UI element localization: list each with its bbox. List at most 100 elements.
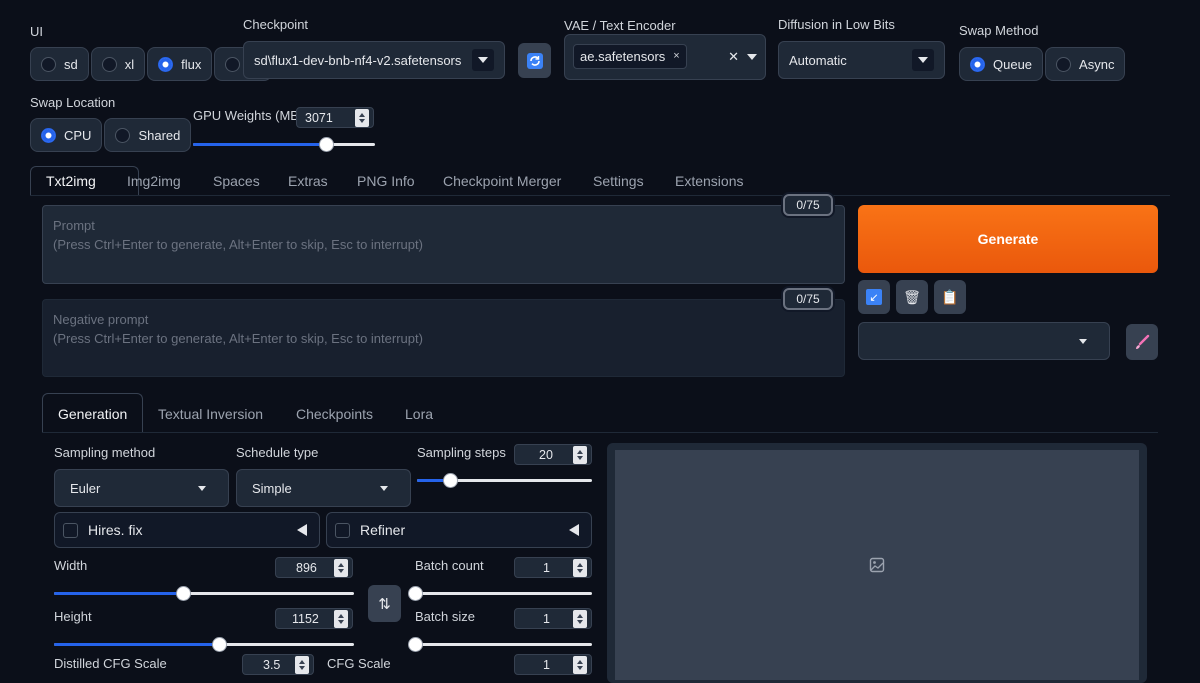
styles-dropdown[interactable] [858, 322, 1110, 360]
hires-fix-checkbox[interactable] [63, 523, 78, 539]
gpu-weights-label: GPU Weights (MB) [193, 108, 304, 123]
prompt-label: Prompt [53, 218, 95, 233]
batch-size-label: Batch size [415, 609, 475, 624]
radio-selected-icon [41, 127, 56, 143]
ui-option-xl[interactable]: xl [90, 47, 146, 81]
width-slider[interactable] [54, 586, 354, 601]
swap-arrows-icon: ⇅ [378, 595, 391, 613]
sampling-steps-input[interactable]: 20 [514, 444, 592, 465]
tab-settings[interactable]: Settings [589, 173, 648, 189]
slider-thumb[interactable] [176, 586, 191, 601]
chevron-down-icon [1079, 338, 1087, 344]
chevron-down-icon [380, 485, 388, 491]
sampling-steps-slider[interactable] [417, 473, 592, 488]
diffusion-label: Diffusion in Low Bits [778, 17, 895, 32]
tab-extensions[interactable]: Extensions [671, 173, 747, 189]
tab-extras[interactable]: Extras [284, 173, 332, 189]
height-input[interactable]: 1152 [275, 608, 353, 629]
generate-button[interactable]: Generate [858, 205, 1158, 273]
ui-option-sd[interactable]: sd [30, 47, 89, 81]
gpu-weights-input[interactable]: 3071 [296, 107, 374, 128]
diffusion-dropdown[interactable]: Automatic [778, 41, 945, 79]
sampling-method-dropdown[interactable]: Euler [54, 469, 229, 507]
paste-params-button[interactable]: ↙ [858, 280, 890, 314]
batch-count-input[interactable]: 1 [514, 557, 592, 578]
remove-chip-icon[interactable]: × [673, 50, 679, 62]
radio-icon [101, 56, 117, 72]
slider-thumb[interactable] [212, 637, 227, 652]
stepper-icon[interactable] [573, 655, 587, 674]
chevron-down-icon [198, 485, 206, 491]
clipboard-icon: 📋 [941, 288, 959, 305]
negative-prompt-label: Negative prompt [53, 312, 149, 327]
radio-icon [41, 56, 56, 72]
cfg-scale-input[interactable]: 1 [514, 654, 592, 675]
schedule-type-label: Schedule type [236, 445, 319, 460]
clear-prompt-button[interactable]: 🗑 [896, 280, 928, 314]
tab-img2img[interactable]: Img2img [123, 173, 185, 189]
hires-fix-accordion[interactable]: Hires. fix [54, 512, 320, 548]
batch-count-slider[interactable] [408, 586, 592, 601]
collapse-triangle-icon [569, 524, 579, 536]
width-input[interactable]: 896 [275, 557, 353, 578]
slider-thumb[interactable] [408, 586, 423, 601]
refiner-checkbox[interactable] [335, 523, 350, 539]
collapse-triangle-icon [297, 524, 307, 536]
tab-txt2img[interactable]: Txt2img [42, 173, 100, 189]
swap-location-cpu[interactable]: CPU [30, 118, 103, 152]
negative-prompt-placeholder: (Press Ctrl+Enter to generate, Alt+Enter… [53, 331, 423, 346]
subtab-textual-inversion[interactable]: Textual Inversion [154, 406, 267, 422]
checkpoint-dropdown[interactable]: sd\flux1-dev-bnb-nf4-v2.safetensors [243, 41, 505, 79]
tab-png-info[interactable]: PNG Info [353, 173, 419, 189]
refiner-accordion[interactable]: Refiner [326, 512, 592, 548]
ui-label: UI [30, 24, 43, 39]
swap-dimensions-button[interactable]: ⇅ [368, 585, 401, 622]
stepper-icon[interactable] [573, 558, 587, 577]
slider-thumb[interactable] [408, 637, 423, 652]
gpu-weights-slider[interactable] [193, 137, 375, 152]
tab-spaces[interactable]: Spaces [209, 173, 264, 189]
ui-option-flux[interactable]: flux [147, 47, 213, 81]
batch-size-slider[interactable] [408, 637, 592, 652]
height-slider[interactable] [54, 637, 354, 652]
swap-location-radio-group: CPU Shared [30, 118, 192, 152]
vae-multiselect[interactable]: ae.safetensors × ✕ [564, 34, 766, 80]
refresh-icon [526, 52, 543, 69]
slider-thumb[interactable] [318, 137, 334, 152]
stepper-icon[interactable] [573, 609, 587, 628]
image-icon [869, 557, 885, 573]
distilled-cfg-label: Distilled CFG Scale [54, 656, 167, 671]
arrow-down-left-icon: ↙ [866, 289, 882, 305]
ui-radio-group: sd xl flux all [30, 47, 273, 81]
swap-method-queue[interactable]: Queue [959, 47, 1044, 81]
subtab-checkpoints[interactable]: Checkpoints [292, 406, 377, 422]
apply-styles-button[interactable]: 📋 [934, 280, 966, 314]
subtab-generation[interactable]: Generation [54, 406, 131, 422]
output-image-placeholder [615, 450, 1139, 680]
stepper-icon[interactable] [573, 445, 587, 464]
radio-icon [225, 56, 241, 72]
prompt-token-counter: 0/75 [783, 194, 833, 216]
clear-icon[interactable]: ✕ [728, 49, 739, 65]
batch-size-input[interactable]: 1 [514, 608, 592, 629]
height-label: Height [54, 609, 92, 624]
slider-thumb[interactable] [443, 473, 459, 488]
swap-method-radio-group: Queue Async [959, 47, 1126, 81]
subtab-lora[interactable]: Lora [401, 406, 437, 422]
negative-prompt-textarea[interactable]: Negative prompt (Press Ctrl+Enter to gen… [42, 299, 845, 377]
stepper-icon[interactable] [334, 609, 348, 628]
radio-icon [1056, 56, 1072, 72]
cfg-scale-label: CFG Scale [327, 656, 391, 671]
refresh-button[interactable] [518, 43, 551, 78]
stepper-icon[interactable] [295, 655, 309, 674]
edit-styles-button[interactable] [1126, 324, 1158, 360]
swap-method-async[interactable]: Async [1045, 47, 1126, 81]
prompt-textarea[interactable]: Prompt (Press Ctrl+Enter to generate, Al… [42, 205, 845, 284]
stepper-icon[interactable] [355, 108, 369, 127]
distilled-cfg-input[interactable]: 3.5 [242, 654, 314, 675]
swap-location-shared[interactable]: Shared [104, 118, 192, 152]
chevron-down-icon[interactable] [747, 54, 757, 60]
schedule-type-dropdown[interactable]: Simple [236, 469, 411, 507]
tab-checkpoint-merger[interactable]: Checkpoint Merger [439, 173, 565, 189]
stepper-icon[interactable] [334, 558, 348, 577]
